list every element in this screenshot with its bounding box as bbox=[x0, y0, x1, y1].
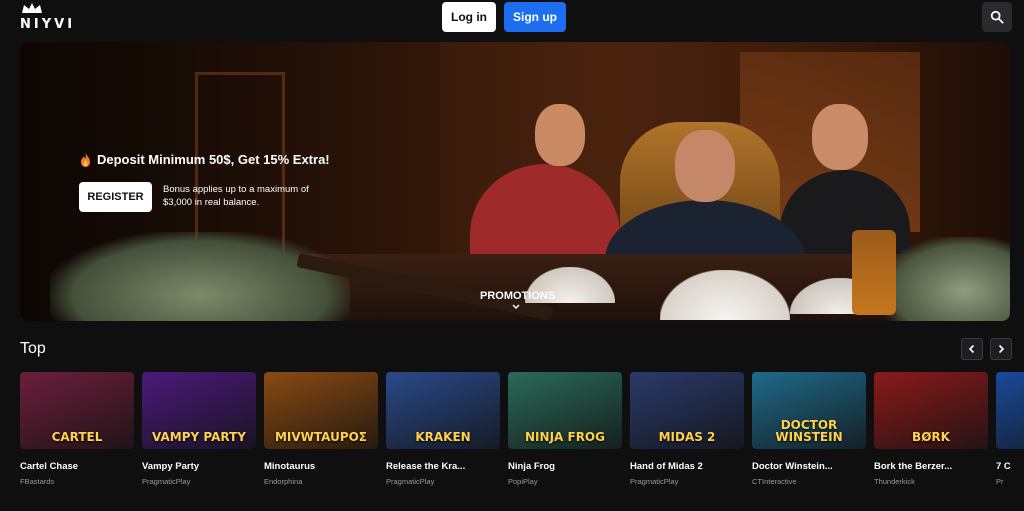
carousel-next-button[interactable] bbox=[990, 338, 1012, 360]
game-provider: CTInteractive bbox=[752, 477, 797, 486]
banner-note: Bonus applies up to a maximum of $3,000 … bbox=[163, 184, 309, 208]
section-title-top: Top bbox=[20, 340, 46, 357]
promotions-label: PROMOTIONS bbox=[480, 290, 556, 302]
games-carousel: CARTEL Cartel Chase FBastards VAMPY PARTY Va… bbox=[20, 372, 1024, 511]
game-card[interactable]: BØRK Bork the Berzer... Thunderkick bbox=[874, 372, 988, 486]
game-card[interactable]: NINJA FROG Ninja Frog PopiPlay bbox=[508, 372, 622, 486]
chevron-right-icon bbox=[998, 344, 1005, 354]
game-provider: FBastards bbox=[20, 477, 55, 486]
game-thumbnail[interactable]: KRAKEN bbox=[386, 372, 500, 449]
banner-character-center-head bbox=[675, 130, 735, 202]
game-name[interactable]: Doctor Winstein... bbox=[752, 461, 866, 472]
game-thumbnail[interactable]: BØRK bbox=[874, 372, 988, 449]
game-thumbnail[interactable]: NINJA FROG bbox=[508, 372, 622, 449]
game-thumbnail[interactable]: MIVWTAUPOΣ bbox=[264, 372, 378, 449]
game-art bbox=[996, 372, 1024, 449]
game-thumbnail[interactable]: CARTEL bbox=[20, 372, 134, 449]
chevron-left-icon bbox=[968, 344, 975, 354]
game-card[interactable]: MIDAS 2 Hand of Midas 2 PragmaticPlay bbox=[630, 372, 744, 486]
game-name[interactable]: Hand of Midas 2 bbox=[630, 461, 744, 472]
banner-bottle-art bbox=[852, 230, 896, 315]
promotions-link[interactable]: PROMOTIONS bbox=[480, 290, 556, 311]
banner-character-right-head bbox=[812, 104, 868, 170]
game-name[interactable]: Vampy Party bbox=[142, 461, 256, 472]
chevron-down-icon bbox=[512, 304, 520, 310]
game-card[interactable]: MIVWTAUPOΣ Minotaurus Endorphina bbox=[264, 372, 378, 486]
banner-headline: Deposit Minimum 50$, Get 15% Extra! bbox=[80, 152, 330, 167]
signup-button[interactable]: Sign up bbox=[504, 2, 566, 32]
game-name[interactable]: Cartel Chase bbox=[20, 461, 134, 472]
game-logo-text: NINJA FROG bbox=[525, 430, 605, 444]
game-provider: Pr bbox=[996, 477, 1004, 486]
game-card[interactable]: CARTEL Cartel Chase FBastards bbox=[20, 372, 134, 486]
game-provider: Thunderkick bbox=[874, 477, 915, 486]
banner-powder-art bbox=[660, 270, 790, 320]
banner-headline-text: Deposit Minimum 50$, Get 15% Extra! bbox=[97, 152, 330, 167]
banner-money-right bbox=[880, 237, 1010, 321]
banner-character-left-head bbox=[535, 104, 585, 166]
carousel-prev-button[interactable] bbox=[961, 338, 983, 360]
game-name[interactable]: Ninja Frog bbox=[508, 461, 622, 472]
game-name[interactable]: Release the Kra... bbox=[386, 461, 500, 472]
game-provider: PragmaticPlay bbox=[142, 477, 191, 486]
game-logo-text: MIVWTAUPOΣ bbox=[274, 430, 368, 444]
game-logo-text: DOCTOR WINSTEIN bbox=[775, 418, 843, 444]
game-logo-text: KRAKEN bbox=[415, 430, 471, 444]
game-provider: PopiPlay bbox=[508, 477, 538, 486]
register-button[interactable]: REGISTER bbox=[79, 182, 152, 212]
fire-icon bbox=[81, 152, 90, 167]
game-logo-text: MIDAS 2 bbox=[658, 430, 716, 444]
logo-wordmark: NIYVI bbox=[20, 17, 76, 32]
game-thumbnail[interactable] bbox=[996, 372, 1024, 449]
game-name[interactable]: 7 C bbox=[996, 461, 1024, 472]
game-name[interactable]: Minotaurus bbox=[264, 461, 378, 472]
game-provider: PragmaticPlay bbox=[630, 477, 679, 486]
banner-money-left bbox=[50, 232, 350, 321]
search-icon bbox=[990, 10, 1004, 24]
game-provider: PragmaticPlay bbox=[386, 477, 435, 486]
crown-icon bbox=[22, 3, 42, 13]
game-thumbnail[interactable]: MIDAS 2 bbox=[630, 372, 744, 449]
login-button[interactable]: Log in bbox=[442, 2, 496, 32]
game-logo-text: BØRK bbox=[912, 430, 950, 444]
game-name[interactable]: Bork the Berzer... bbox=[874, 461, 988, 472]
game-thumbnail[interactable]: DOCTOR WINSTEIN bbox=[752, 372, 866, 449]
game-card[interactable]: KRAKEN Release the Kra... PragmaticPlay bbox=[386, 372, 500, 486]
game-card[interactable]: VAMPY PARTY Vampy Party PragmaticPlay bbox=[142, 372, 256, 486]
game-provider: Endorphina bbox=[264, 477, 303, 486]
search-button[interactable] bbox=[982, 2, 1012, 32]
game-card[interactable]: 7 C Pr bbox=[996, 372, 1024, 486]
game-card[interactable]: DOCTOR WINSTEIN Doctor Winstein... CTInter… bbox=[752, 372, 866, 486]
promo-banner[interactable] bbox=[20, 42, 1010, 321]
game-thumbnail[interactable]: VAMPY PARTY bbox=[142, 372, 256, 449]
game-logo-text: CARTEL bbox=[51, 430, 103, 444]
site-logo[interactable]: NIYVI bbox=[20, 3, 76, 33]
game-logo-text: VAMPY PARTY bbox=[152, 430, 246, 444]
top-header: NIYVI Log in Sign up bbox=[0, 0, 1024, 38]
